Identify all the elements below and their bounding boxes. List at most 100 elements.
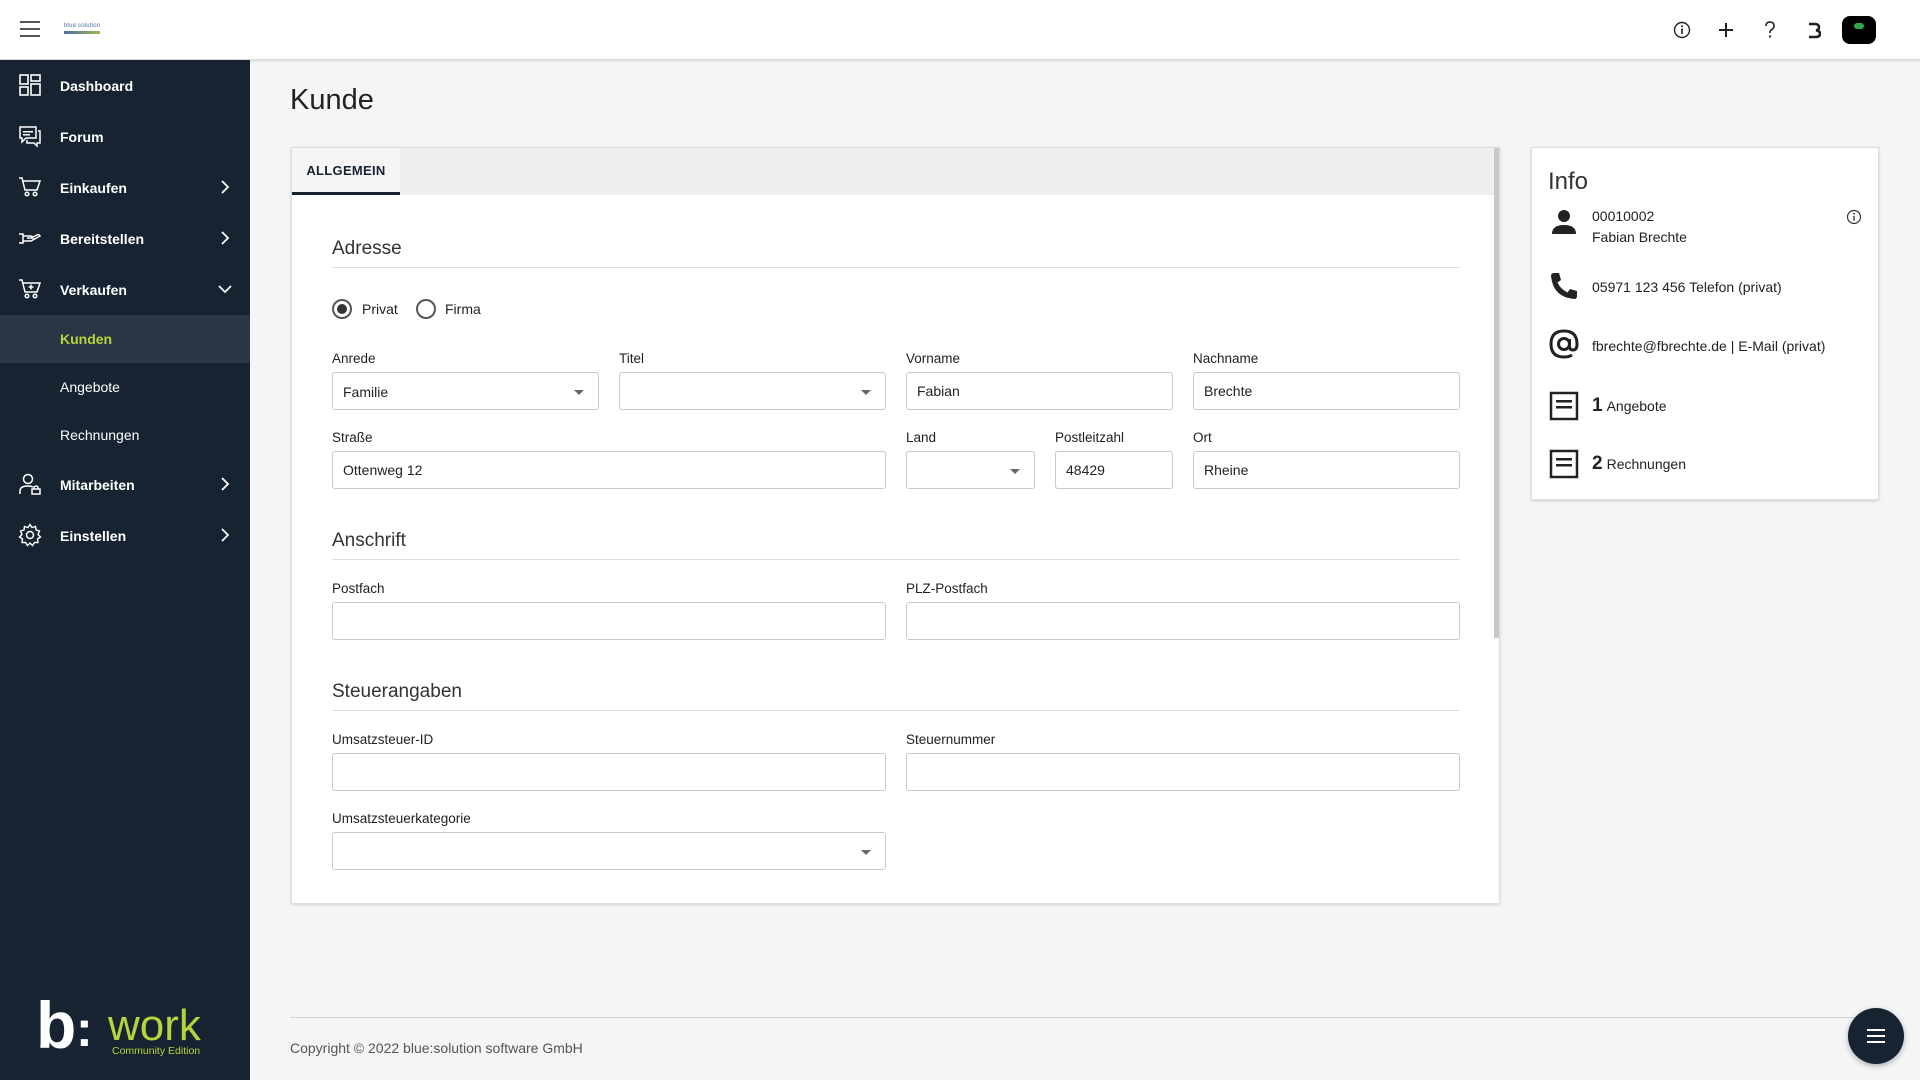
menu-icon[interactable] xyxy=(20,21,40,37)
document-icon xyxy=(1549,449,1579,479)
top-bar: blue:solution xyxy=(0,0,1920,60)
app-logo[interactable]: blue:solution xyxy=(64,23,100,34)
top-actions xyxy=(1660,15,1876,45)
chevron-right-icon xyxy=(221,180,230,194)
info-customer-number: 00010002 xyxy=(1592,208,1655,224)
titel-select[interactable] xyxy=(619,372,886,410)
document-icon xyxy=(1549,391,1579,421)
bwork-logo: b : work Community Edition xyxy=(36,990,202,1060)
sidebar-item-forum[interactable]: Forum xyxy=(0,111,250,162)
radio-label-firma: Firma xyxy=(445,301,481,317)
sidebar-subitem-kunden[interactable]: Kunden xyxy=(0,315,250,363)
fab-line xyxy=(1867,1041,1885,1043)
info-title: Info xyxy=(1548,168,1589,195)
chevron-right-icon xyxy=(221,528,230,542)
section-title-adresse: Adresse xyxy=(332,238,402,259)
angebote-label: Angebote xyxy=(1606,398,1667,414)
label-plz: Postleitzahl xyxy=(1055,430,1125,445)
label-steuernummer: Steuernummer xyxy=(906,732,996,747)
ust-kategorie-select[interactable] xyxy=(332,832,886,870)
cart-icon xyxy=(19,177,42,197)
postfach-input[interactable] xyxy=(332,602,886,640)
plus-icon[interactable] xyxy=(1704,15,1748,45)
sidebar-item-label: Bereitstellen xyxy=(60,230,145,247)
label-titel: Titel xyxy=(619,351,645,366)
chevron-right-icon xyxy=(221,477,230,491)
logo-colon: : xyxy=(76,1001,93,1057)
label-land: Land xyxy=(906,430,937,445)
bwork-icon[interactable] xyxy=(1792,15,1836,45)
sidebar-item-mitarbeiten[interactable]: Mitarbeiten xyxy=(0,459,250,510)
radio-privat[interactable] xyxy=(332,299,352,319)
sidebar-item-label: Mitarbeiten xyxy=(60,476,135,493)
forum-icon xyxy=(19,126,41,148)
caret-down-icon xyxy=(861,850,871,855)
radio-firma[interactable] xyxy=(416,299,436,319)
section-divider xyxy=(332,267,1460,268)
label-nachname: Nachname xyxy=(1193,351,1259,366)
tab-bar: ALLGEMEIN xyxy=(292,148,1499,195)
label-plz-postfach: PLZ-Postfach xyxy=(906,581,988,596)
plz-input[interactable] xyxy=(1055,451,1173,489)
logo-work: work xyxy=(107,1001,202,1050)
logo-edition: Community Edition xyxy=(112,1045,200,1057)
section-divider xyxy=(332,559,1460,560)
section-title-steuerangaben: Steuerangaben xyxy=(332,681,462,702)
label-vorname: Vorname xyxy=(906,351,961,366)
sidebar-subitem-angebote[interactable]: Angebote xyxy=(0,363,250,411)
sidebar-item-bereitstellen[interactable]: Bereitstellen xyxy=(0,213,250,264)
label-ust-id: Umsatzsteuer-ID xyxy=(332,732,434,747)
nachname-input[interactable] xyxy=(1193,372,1460,410)
person-icon xyxy=(1552,210,1576,234)
ust-id-input[interactable] xyxy=(332,753,886,791)
sidebar-item-verkaufen[interactable]: Verkaufen xyxy=(0,264,250,315)
sidebar-item-einkaufen[interactable]: Einkaufen xyxy=(0,162,250,213)
label-anrede: Anrede xyxy=(332,351,376,366)
strasse-input[interactable] xyxy=(332,451,886,489)
cart-plus-icon xyxy=(19,279,42,299)
sidebar-item-einstellen[interactable]: Einstellen xyxy=(0,510,250,561)
phone-icon xyxy=(1551,273,1577,299)
radio-label-privat: Privat xyxy=(362,301,398,317)
help-icon[interactable] xyxy=(1748,15,1792,45)
sidebar-item-dashboard[interactable]: Dashboard xyxy=(0,60,250,111)
caret-down-icon xyxy=(1010,469,1020,474)
anrede-value: Familie xyxy=(343,384,389,400)
info-angebote-link[interactable]: 1 Angebote xyxy=(1592,395,1667,417)
plz-postfach-input[interactable] xyxy=(906,602,1460,640)
customer-form-card: ALLGEMEIN Adresse Privat Firma Anrede Fa… xyxy=(291,147,1500,904)
info-icon[interactable] xyxy=(1660,15,1704,45)
rechnungen-label: Rechnungen xyxy=(1606,456,1686,472)
fab-menu-button[interactable] xyxy=(1848,1008,1904,1064)
sidebar-item-label: Verkaufen xyxy=(60,281,127,298)
info-customer-name: Fabian Brechte xyxy=(1592,229,1687,245)
info-rechnungen-link[interactable]: 2 Rechnungen xyxy=(1592,453,1686,475)
sidebar-item-label: Forum xyxy=(60,128,104,145)
label-ust-kategorie: Umsatzsteuerkategorie xyxy=(332,811,471,826)
supply-icon xyxy=(19,233,41,244)
scrollbar[interactable] xyxy=(1494,148,1499,638)
fab-line xyxy=(1867,1029,1885,1031)
gear-icon xyxy=(18,523,42,547)
steuernummer-input[interactable] xyxy=(906,753,1460,791)
info-phone[interactable]: 05971 123 456 Telefon (privat) xyxy=(1592,279,1782,295)
user-icon xyxy=(19,473,41,495)
info-email[interactable]: fbrechte@fbrechte.de | E-Mail (privat) xyxy=(1592,338,1825,354)
label-postfach: Postfach xyxy=(332,581,385,596)
sidebar-item-label: Einkaufen xyxy=(60,179,127,196)
label-strasse: Straße xyxy=(332,430,373,445)
caret-down-icon xyxy=(574,390,584,395)
info-details-icon[interactable] xyxy=(1846,209,1862,225)
sidebar-item-label: Einstellen xyxy=(60,527,127,544)
vorname-input[interactable] xyxy=(906,372,1173,410)
page-title: Kunde xyxy=(290,84,374,116)
tab-allgemein[interactable]: ALLGEMEIN xyxy=(292,148,400,195)
avatar[interactable] xyxy=(1842,16,1876,44)
section-title-anschrift: Anschrift xyxy=(332,530,406,551)
anrede-select[interactable]: Familie xyxy=(332,372,599,410)
land-select[interactable] xyxy=(906,451,1035,489)
sidebar-subitem-rechnungen[interactable]: Rechnungen xyxy=(0,411,250,459)
angebote-count: 1 xyxy=(1592,395,1603,416)
ort-input[interactable] xyxy=(1193,451,1460,489)
info-panel: Info 00010002 Fabian Brechte 05971 123 4… xyxy=(1531,147,1879,500)
